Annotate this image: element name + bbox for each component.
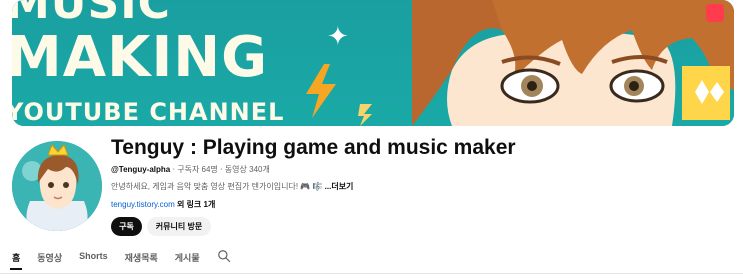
tab-videos[interactable]: 동영상 [37,251,62,264]
avatar-illustration [12,141,102,231]
tab-posts[interactable]: 게시물 [175,251,200,264]
more-links-label[interactable]: 외 링크 1개 [177,200,215,209]
description-text: 안녕하세요, 게임과 음악 맞춤 영상 편집가 텐가이입니다! 🎮 🎼 [111,182,323,191]
meta-separator: ‧ [172,165,175,174]
channel-link-url[interactable]: tenguy.tistory.com [111,200,175,209]
channel-handle: @Tenguy-alpha [111,165,171,174]
channel-banner: MUSIC MAKING YOUTUBE CHANNEL ✦ [12,0,734,126]
banner-text-line3: YOUTUBE CHANNEL [12,98,285,126]
more-link[interactable]: ...더보기 [325,182,354,191]
small-bolt-icon [358,104,372,126]
banner-text-line1: MUSIC [12,0,171,29]
visit-community-button[interactable]: 커뮤니티 방문 [147,217,211,236]
video-count: 동영상 340개 [224,165,270,174]
banner-badge-icon [706,4,724,22]
channel-links[interactable]: tenguy.tistory.com 외 링크 1개 [111,199,215,210]
subscriber-count: 구독자 64명 [177,165,218,174]
channel-description[interactable]: 안녕하세요, 게임과 음악 맞춤 영상 편집가 텐가이입니다! 🎮 🎼 ...더… [111,181,353,192]
banner-character-illustration [412,0,734,126]
channel-avatar[interactable] [12,141,102,231]
tab-playlists[interactable]: 재생목록 [125,251,158,264]
subscribe-button[interactable]: 구독 [111,217,142,236]
channel-title: Tenguy : Playing game and music maker [111,136,516,159]
search-icon[interactable] [217,249,231,263]
tabs-divider [0,273,743,274]
channel-meta: @Tenguy-alpha ‧ 구독자 64명 ‧ 동영상 340개 [111,164,270,175]
meta-separator: ‧ [220,165,223,174]
channel-tabs: 홈 동영상 Shorts 재생목록 게시물 [9,249,231,273]
sparkle-icon: ✦ [327,22,349,52]
banner-text-line2: MAKING [12,25,269,90]
tab-home[interactable]: 홈 [9,251,23,270]
tab-shorts[interactable]: Shorts [79,251,108,261]
lightning-bolt-icon [306,64,336,118]
